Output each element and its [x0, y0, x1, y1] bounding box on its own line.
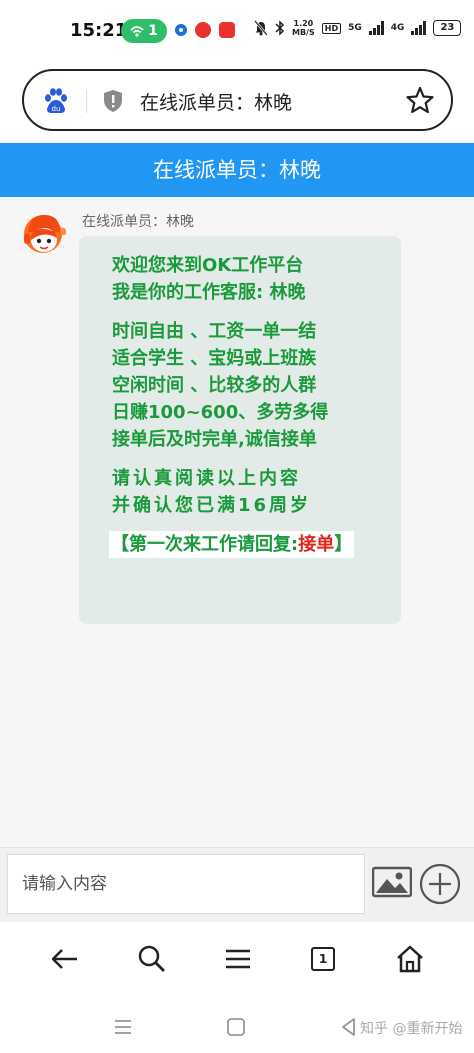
hd-badge: HD	[321, 22, 342, 34]
message-line: 接单后及时完单,诚信接单	[112, 429, 317, 450]
signal-1-label: 5G	[348, 23, 362, 33]
search-icon[interactable]	[137, 944, 167, 974]
page-header: 在线派单员：林晚	[0, 143, 474, 197]
reply-suffix: 】	[334, 534, 353, 555]
app-notification-icon	[219, 22, 235, 38]
hotspot-icon	[130, 26, 144, 37]
message-line: 我是你的工作客服: 林晚	[112, 282, 306, 303]
address-bar-container: du 在线派单员：林晚	[0, 62, 474, 142]
home-icon[interactable]	[395, 944, 425, 974]
notification-icons	[175, 22, 235, 38]
message-line: 适合学生 、宝妈或上班族	[112, 348, 317, 369]
message-line: 日赚100~600、多劳多得	[112, 402, 329, 423]
mute-bell-icon	[254, 20, 268, 36]
system-home-icon[interactable]	[225, 1016, 247, 1038]
message-input[interactable]	[7, 854, 365, 914]
reply-instruction: 【第一次来工作请回复:接单】	[109, 531, 355, 558]
message-bubble: 欢迎您来到OK工作平台 我是你的工作客服: 林晚 时间自由 、工资一单一结 适合…	[79, 236, 401, 624]
system-back-icon[interactable]	[338, 1016, 360, 1038]
address-separator	[86, 89, 87, 113]
hotspot-count: 1	[148, 23, 158, 39]
battery-indicator: 23	[433, 20, 462, 36]
status-time: 15:21	[70, 20, 128, 41]
app-notification-icon	[175, 24, 187, 36]
system-menu-icon[interactable]	[112, 1016, 134, 1038]
net-speed-value: 1.20	[293, 19, 314, 28]
svg-text:du: du	[52, 105, 61, 113]
baidu-paw-icon[interactable]: du	[42, 87, 70, 115]
message-line: 并确认您已满16周岁	[112, 495, 312, 516]
message-content: 欢迎您来到OK工作平台 我是你的工作客服: 林晚 时间自由 、工资一单一结 适合…	[109, 252, 355, 558]
address-bar[interactable]: du 在线派单员：林晚	[22, 69, 453, 131]
tabs-button[interactable]: 1	[311, 947, 341, 977]
agent-avatar[interactable]	[22, 210, 68, 260]
star-icon[interactable]	[406, 86, 434, 114]
browser-nav: 1	[0, 922, 474, 1002]
watermark: 知乎 @重新开始	[360, 1021, 463, 1037]
signal-strength-icon	[411, 21, 427, 35]
image-icon[interactable]	[372, 862, 412, 902]
hotspot-indicator[interactable]: 1	[121, 19, 167, 43]
message-line: 空闲时间 、比较多的人群	[112, 375, 317, 396]
app-notification-icon	[195, 22, 211, 38]
reply-prefix: 【第一次来工作请回复:	[111, 534, 299, 555]
page-title: 在线派单员：林晚	[153, 158, 321, 182]
bluetooth-icon	[275, 20, 285, 36]
tab-count: 1	[311, 947, 335, 971]
menu-icon[interactable]	[223, 944, 253, 974]
system-nav: 知乎 @重新开始	[0, 1002, 474, 1053]
status-icons: 1.20 MB/S HD 5G 4G 23	[254, 19, 462, 37]
reply-keyword: 接单	[298, 534, 335, 555]
address-title[interactable]: 在线派单员：林晚	[140, 88, 292, 115]
message-line: 时间自由 、工资一单一结	[112, 321, 317, 342]
plus-circle-icon[interactable]	[418, 862, 462, 906]
sender-name: 在线派单员：林晚	[82, 214, 194, 230]
message-line: 欢迎您来到OK工作平台	[112, 255, 304, 276]
net-speed: 1.20 MB/S	[292, 19, 315, 37]
signal-2-label: 4G	[390, 23, 405, 33]
back-arrow-icon[interactable]	[50, 944, 80, 974]
signal-strength-icon	[368, 21, 384, 35]
shield-icon[interactable]	[102, 89, 124, 113]
status-bar: 15:21 1 1.20 MB/S HD 5G 4G 23	[0, 0, 474, 62]
chat-area[interactable]: 在线派单员：林晚 欢迎您来到OK工作平台 我是你的工作客服: 林晚 时间自由 、…	[0, 197, 474, 847]
message-line: 请认真阅读以上内容	[112, 468, 301, 489]
net-speed-unit: MB/S	[292, 28, 315, 37]
input-area	[0, 847, 474, 922]
